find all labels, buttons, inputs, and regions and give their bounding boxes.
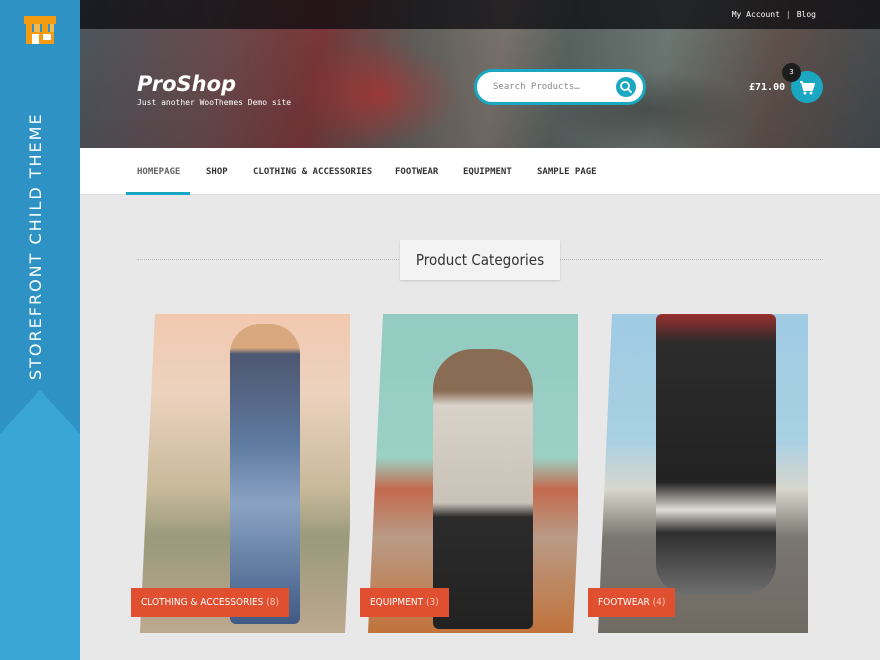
top-bar: My Account | Blog xyxy=(80,0,880,29)
link-separator: | xyxy=(785,10,791,19)
my-account-link[interactable]: My Account xyxy=(732,10,780,19)
category-name: FOOTWEAR xyxy=(598,597,650,608)
site-tagline: Just another WooThemes Demo site xyxy=(137,98,292,107)
category-image-subject xyxy=(433,349,533,629)
category-card-equipment[interactable] xyxy=(368,314,578,633)
site-title[interactable]: ProShop xyxy=(137,72,291,96)
nav-item-shop[interactable]: SHOP xyxy=(206,167,228,177)
search-box[interactable]: Search Products… xyxy=(474,69,646,105)
category-image-subject xyxy=(656,314,776,594)
section-title: Product Categories xyxy=(400,240,560,280)
theme-banner-text: STOREFRONT CHILD THEME xyxy=(26,112,45,380)
search-icon xyxy=(620,81,632,93)
search-button[interactable] xyxy=(616,77,636,97)
blog-link[interactable]: Blog xyxy=(797,10,816,19)
search-input[interactable]: Search Products… xyxy=(493,82,580,92)
category-label[interactable]: EQUIPMENT (3) xyxy=(360,588,449,617)
category-name: EQUIPMENT xyxy=(370,597,424,608)
category-card-footwear[interactable] xyxy=(598,314,808,633)
cart-total[interactable]: £71.00 xyxy=(749,82,785,93)
category-card-clothing-accessories[interactable] xyxy=(140,314,350,633)
cart-count-badge: 3 xyxy=(782,63,801,82)
nav-item-footwear[interactable]: FOOTWEAR xyxy=(395,167,438,177)
store-logo-icon xyxy=(24,16,56,44)
site-branding: ProShop Just another WooThemes Demo site xyxy=(137,72,291,107)
category-image-subject xyxy=(230,324,300,624)
top-links: My Account | Blog xyxy=(732,10,816,19)
nav-item-homepage[interactable]: HOMEPAGE xyxy=(137,167,180,177)
primary-navigation: HOMEPAGE SHOP CLOTHING & ACCESSORIES FOO… xyxy=(80,148,880,195)
nav-item-sample-page[interactable]: SAMPLE PAGE xyxy=(537,167,597,177)
banner-chevron xyxy=(0,390,80,434)
nav-item-clothing-accessories[interactable]: CLOTHING & ACCESSORIES xyxy=(253,167,372,177)
site-header: My Account | Blog ProShop Just another W… xyxy=(80,0,880,148)
category-count: (8) xyxy=(266,597,280,608)
nav-item-equipment[interactable]: EQUIPMENT xyxy=(463,167,512,177)
category-label[interactable]: CLOTHING & ACCESSORIES (8) xyxy=(131,588,290,617)
active-nav-indicator xyxy=(126,192,190,195)
category-name: CLOTHING & ACCESSORIES xyxy=(141,597,264,608)
category-count: (3) xyxy=(425,597,439,608)
category-label[interactable]: FOOTWEAR (4) xyxy=(588,588,676,617)
category-count: (4) xyxy=(652,597,666,608)
header-background-art xyxy=(300,40,460,148)
theme-banner: STOREFRONT CHILD THEME xyxy=(0,0,80,660)
